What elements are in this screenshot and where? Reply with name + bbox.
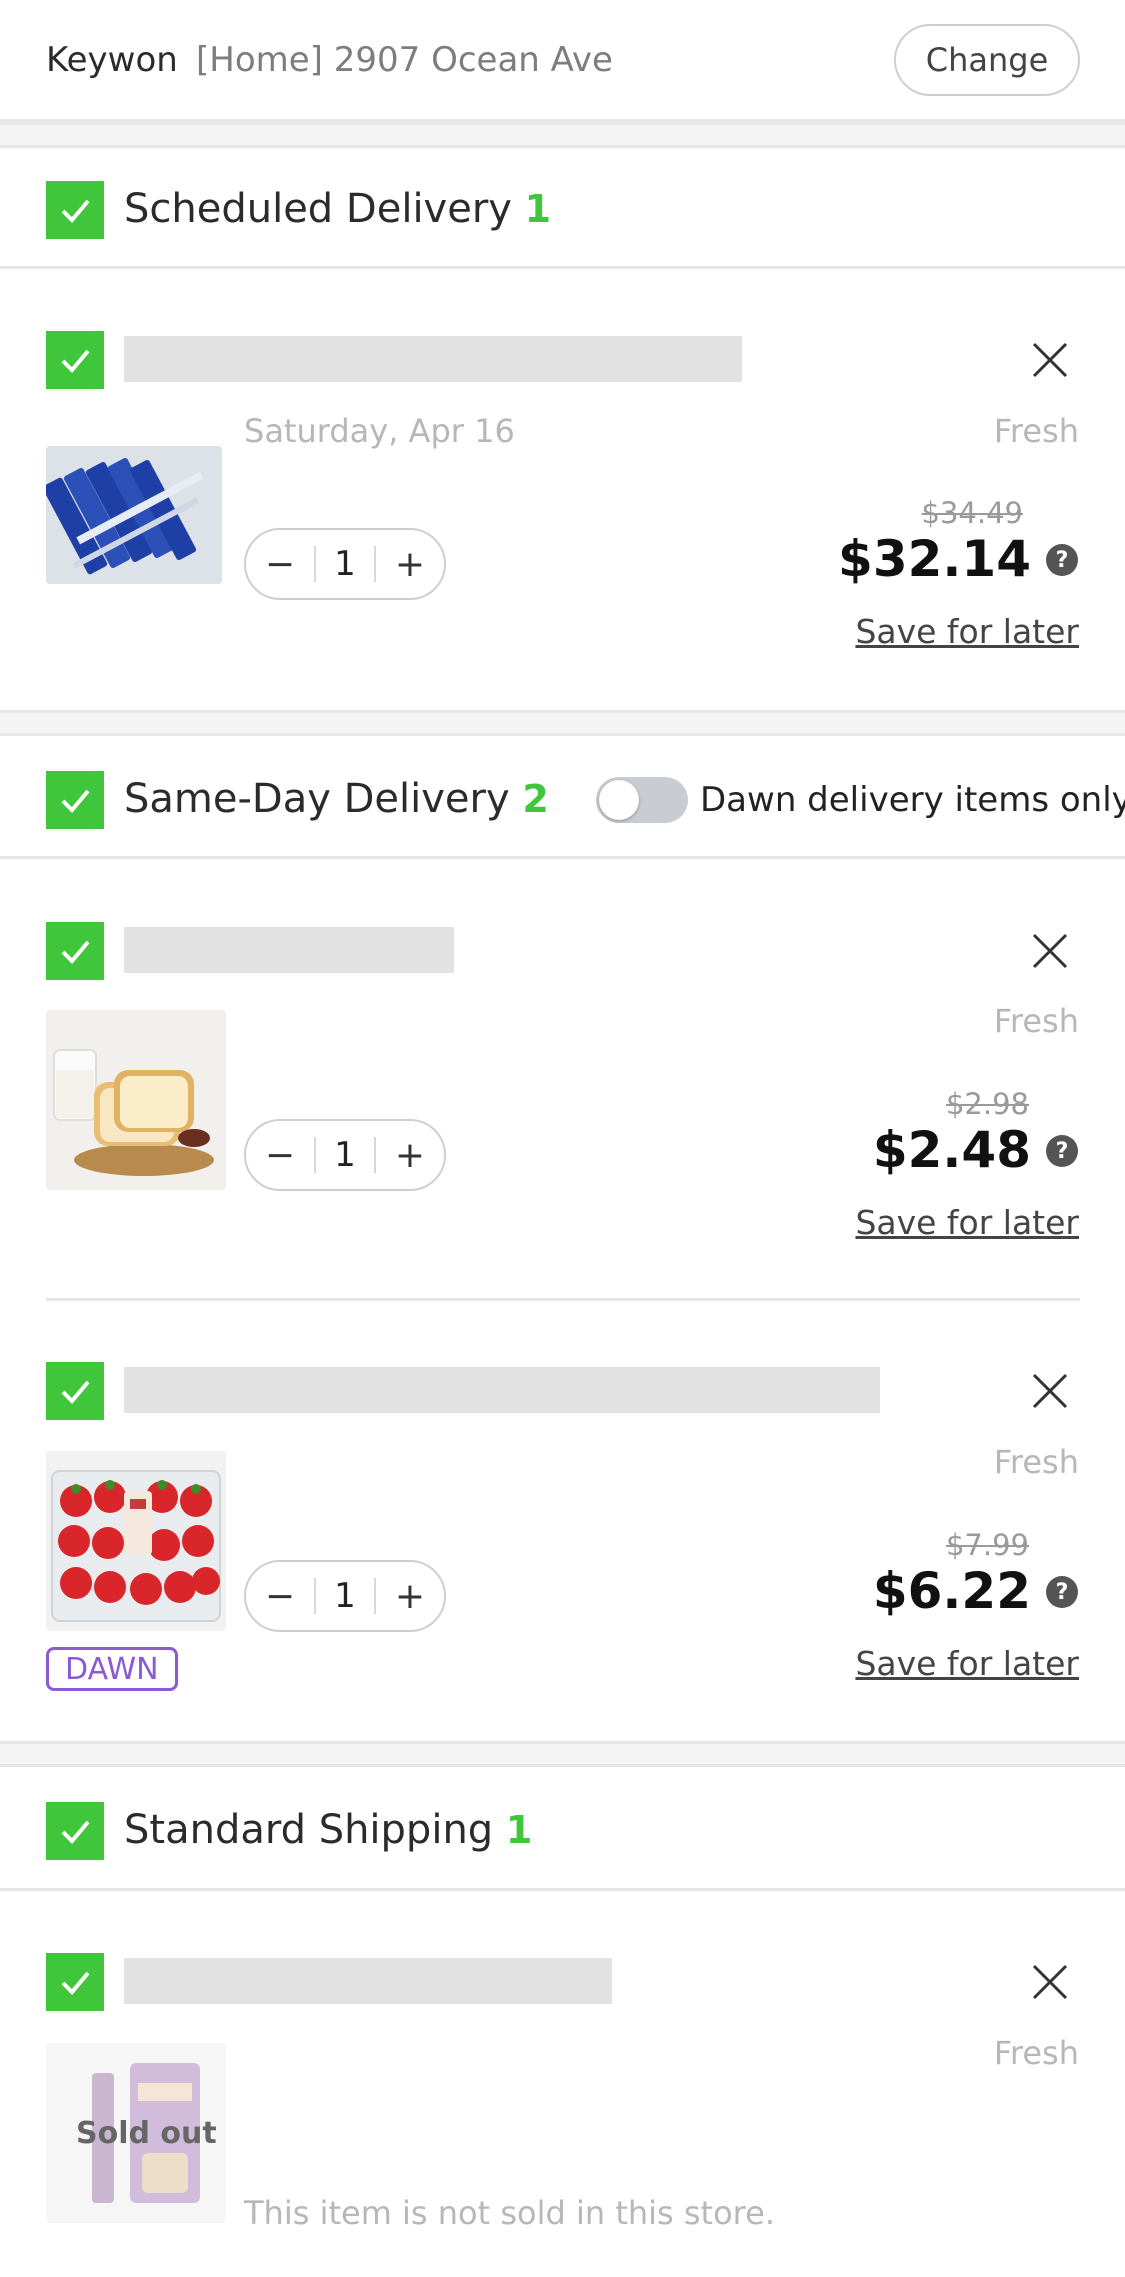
fresh-tag: Fresh	[993, 412, 1079, 450]
item-divider	[46, 1298, 1080, 1301]
section-title-scheduled: Scheduled Delivery 1	[124, 186, 552, 232]
product-image-snack-sticks	[46, 446, 222, 584]
section-divider	[0, 266, 1125, 269]
quantity-stepper[interactable]: − 1 +	[244, 1119, 446, 1191]
sale-price: $32.14	[838, 530, 1031, 588]
close-icon[interactable]	[1030, 1371, 1070, 1411]
fresh-tag: Fresh	[993, 1002, 1079, 1040]
quantity-value: 1	[314, 1576, 376, 1616]
item-name-placeholder	[124, 1958, 612, 2004]
change-address-button[interactable]: Change	[894, 24, 1080, 96]
check-icon	[61, 940, 90, 964]
product-image-bread	[46, 1010, 226, 1190]
fresh-tag: Fresh	[993, 2034, 1079, 2072]
fresh-tag: Fresh	[993, 1443, 1079, 1481]
delivery-date: Saturday, Apr 16	[244, 412, 515, 450]
dawn-badge: DAWN	[46, 1647, 178, 1691]
product-image-strawberries	[46, 1451, 226, 1631]
sold-out-label: Sold out	[76, 2116, 217, 2151]
select-all-scheduled-checkbox[interactable]	[46, 181, 104, 239]
minus-icon[interactable]: −	[246, 1562, 314, 1630]
original-price: $2.98	[945, 1087, 1029, 1121]
plus-icon[interactable]: +	[376, 1562, 444, 1630]
section-gap	[0, 710, 1125, 736]
check-icon	[61, 349, 90, 373]
select-all-same-day-checkbox[interactable]	[46, 771, 104, 829]
dawn-only-toggle[interactable]	[596, 777, 688, 823]
minus-icon[interactable]: −	[246, 1121, 314, 1189]
check-icon	[61, 199, 90, 223]
item-name-placeholder	[124, 336, 742, 382]
check-icon	[61, 1380, 90, 1404]
question-icon[interactable]: ?	[1046, 1135, 1078, 1167]
section-title-standard: Standard Shipping 1	[124, 1807, 533, 1853]
item-checkbox[interactable]	[46, 922, 104, 980]
section-divider	[0, 1888, 1125, 1891]
section-title-same-day: Same-Day Delivery 2	[124, 776, 549, 822]
item-checkbox[interactable]	[46, 1953, 104, 2011]
item-checkbox[interactable]	[46, 331, 104, 389]
check-icon	[61, 1971, 90, 1995]
section-count: 2	[522, 777, 549, 821]
save-for-later-link[interactable]: Save for later	[855, 1203, 1079, 1242]
sale-price: $2.48	[872, 1121, 1031, 1179]
item-checkbox[interactable]	[46, 1362, 104, 1420]
original-price: $34.49	[921, 496, 1023, 530]
toggle-knob	[599, 780, 639, 820]
section-gap	[0, 1741, 1125, 1767]
check-icon	[61, 789, 90, 813]
quantity-stepper[interactable]: − 1 +	[244, 528, 446, 600]
save-for-later-link[interactable]: Save for later	[855, 1644, 1079, 1683]
section-count: 1	[524, 187, 552, 231]
question-icon[interactable]: ?	[1046, 544, 1078, 576]
plus-icon[interactable]: +	[376, 530, 444, 598]
sale-price: $6.22	[872, 1562, 1031, 1620]
save-for-later-link[interactable]: Save for later	[855, 612, 1079, 651]
section-count: 1	[505, 1808, 533, 1852]
not-sold-note: This item is not sold in this store.	[244, 2194, 775, 2232]
quantity-value: 1	[314, 1135, 376, 1175]
close-icon[interactable]	[1030, 340, 1070, 380]
question-icon[interactable]: ?	[1046, 1576, 1078, 1608]
section-gap	[0, 122, 1125, 148]
quantity-stepper[interactable]: − 1 +	[244, 1560, 446, 1632]
plus-icon[interactable]: +	[376, 1121, 444, 1189]
select-all-standard-checkbox[interactable]	[46, 1802, 104, 1860]
section-divider	[0, 856, 1125, 859]
dawn-only-label: Dawn delivery items only	[700, 780, 1125, 820]
check-icon	[61, 1820, 90, 1844]
close-icon[interactable]	[1030, 1962, 1070, 2002]
close-icon[interactable]	[1030, 931, 1070, 971]
quantity-value: 1	[314, 544, 376, 584]
minus-icon[interactable]: −	[246, 530, 314, 598]
item-name-placeholder	[124, 1367, 880, 1413]
item-name-placeholder	[124, 927, 454, 973]
delivery-address: [Home] 2907 Ocean Ave	[196, 40, 613, 80]
user-name: Keywon	[46, 40, 178, 80]
original-price: $7.99	[945, 1528, 1029, 1562]
